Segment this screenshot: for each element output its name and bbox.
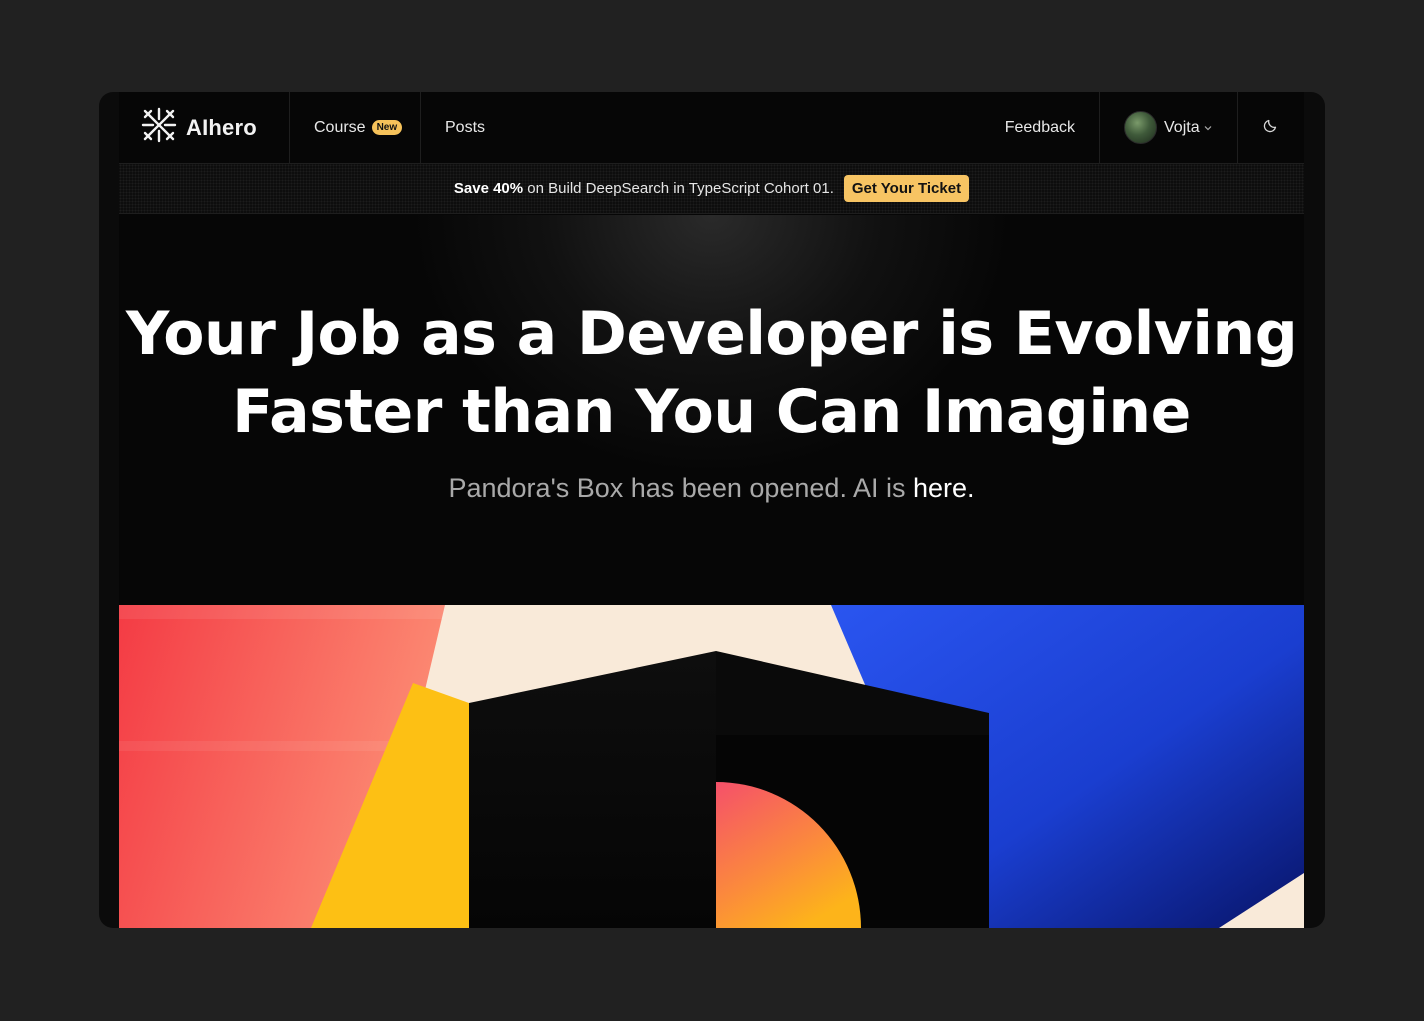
header-spacer [485, 92, 1005, 163]
pandora-box-illustration [119, 605, 1304, 928]
promo-text: Save 40% on Build DeepSearch in TypeScri… [454, 180, 834, 197]
hero-subtitle-highlight: here. [912, 473, 975, 503]
logo-text: AIhero [186, 114, 257, 140]
theme-toggle-button[interactable] [1238, 92, 1304, 163]
hero-title-line-1: Your Job as a Developer is Evolving [125, 299, 1298, 369]
logo-link[interactable]: AIhero [119, 92, 290, 163]
nav-course[interactable]: Course New [290, 92, 421, 163]
nav-course-label: Course [314, 118, 366, 136]
page: AIhero Course New Posts Feedback Vojta S… [119, 92, 1304, 928]
moon-icon [1263, 117, 1279, 138]
chevron-down-icon [1204, 123, 1212, 133]
site-header: AIhero Course New Posts Feedback Vojta [119, 92, 1304, 164]
hero-title-line-2: Faster than You Can Imagine [232, 377, 1191, 447]
promo-description: on Build DeepSearch in TypeScript Cohort… [527, 180, 834, 197]
promo-banner: Save 40% on Build DeepSearch in TypeScri… [119, 164, 1304, 214]
hero-illustration [119, 605, 1304, 928]
aihero-logo-icon [141, 107, 177, 148]
user-name: Vojta [1164, 118, 1200, 136]
hero-subtitle-text: Pandora's Box has been opened. AI is [448, 473, 913, 503]
nav-feedback[interactable]: Feedback [1005, 92, 1100, 163]
hero: Your Job as a Developer is Evolving Fast… [119, 215, 1304, 605]
new-badge: New [371, 120, 403, 135]
hero-title: Your Job as a Developer is Evolving Fast… [119, 295, 1304, 451]
avatar [1124, 111, 1157, 144]
hero-subtitle: Pandora's Box has been opened. AI is her… [119, 473, 1304, 504]
promo-discount: Save 40% [453, 180, 524, 197]
nav-posts[interactable]: Posts [421, 92, 485, 163]
user-menu[interactable]: Vojta [1100, 92, 1238, 163]
browser-frame: AIhero Course New Posts Feedback Vojta S… [99, 92, 1325, 928]
get-ticket-button[interactable]: Get Your Ticket [843, 175, 970, 202]
